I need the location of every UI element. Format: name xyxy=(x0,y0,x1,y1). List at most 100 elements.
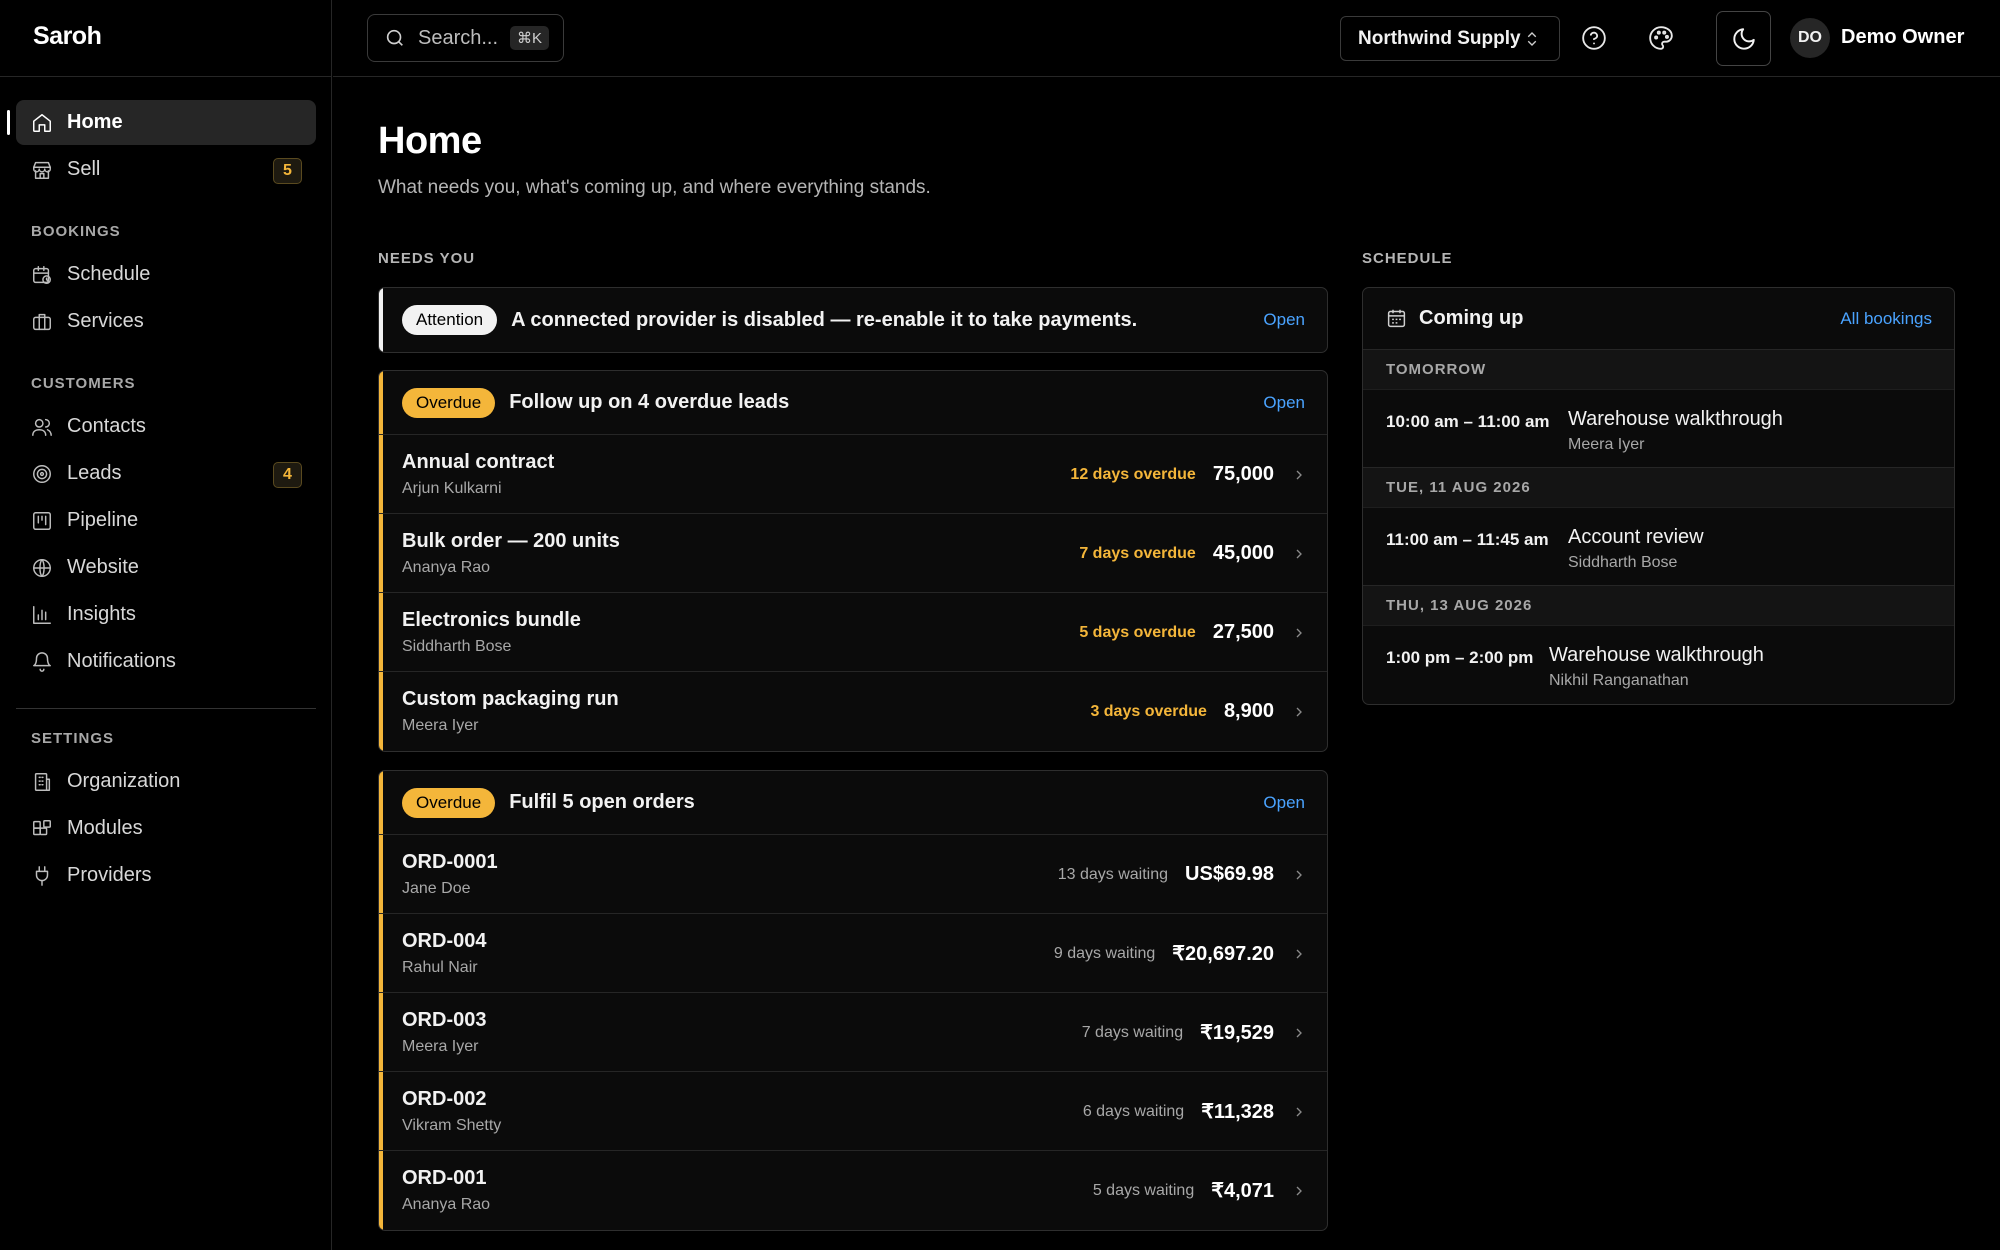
sidebar-item-services[interactable]: Services xyxy=(16,299,316,344)
row-amount: 75,000 xyxy=(1212,463,1274,485)
topbar: Search... ⌘K Northwind Supply DO Demo Ow… xyxy=(333,0,2000,77)
sidebar-item-schedule[interactable]: Schedule xyxy=(16,252,316,297)
chevron-right-icon xyxy=(1296,1028,1302,1037)
sidebar-item-notifications[interactable]: Notifications xyxy=(16,639,316,684)
home-icon xyxy=(31,112,53,134)
brand-logo[interactable]: Saroh xyxy=(33,22,102,51)
attention-pill: Attention xyxy=(402,305,498,335)
blocks-icon xyxy=(31,818,53,840)
open-link[interactable]: Open xyxy=(1263,793,1305,813)
sidebar-item-contacts[interactable]: Contacts xyxy=(16,404,316,449)
sidebar-item-insights[interactable]: Insights xyxy=(16,592,316,637)
day-label: TUE, 11 AUG 2026 xyxy=(1363,468,1954,508)
sidebar-nav: Home Sell 5 BOOKINGS Schedule Services C… xyxy=(7,100,316,900)
sidebar-item-label: Modules xyxy=(67,817,143,839)
row-amount: 27,500 xyxy=(1212,621,1274,643)
customer-name: Vikram Shetty xyxy=(402,1117,502,1134)
waiting-status: 13 days waiting xyxy=(1057,865,1169,883)
sidebar-item-label: Home xyxy=(67,111,123,133)
waiting-status: 6 days waiting xyxy=(1082,1102,1185,1120)
palette-button[interactable] xyxy=(1639,16,1683,60)
chevron-right-icon xyxy=(1296,549,1302,558)
order-row[interactable]: ORD-001 Ananya Rao 5 days waiting ₹4,071 xyxy=(379,1151,1327,1230)
lead-row[interactable]: Bulk order — 200 units Ananya Rao 7 days… xyxy=(379,514,1327,593)
theme-toggle-button[interactable] xyxy=(1716,11,1771,66)
sidebar-item-label: Contacts xyxy=(67,415,146,437)
attention-card-header: Attention A connected provider is disabl… xyxy=(379,288,1327,352)
target-icon xyxy=(31,463,53,485)
order-row[interactable]: ORD-0001 Jane Doe 13 days waiting US$69.… xyxy=(379,835,1327,914)
divider xyxy=(0,76,332,77)
overdue-leads-card: Overdue Follow up on 4 overdue leads Ope… xyxy=(378,370,1328,752)
lead-rows: Annual contract Arjun Kulkarni 12 days o… xyxy=(379,435,1327,751)
sidebar-item-organization[interactable]: Organization xyxy=(16,759,316,804)
overdue-pill: Overdue xyxy=(402,787,496,818)
search-input[interactable]: Search... ⌘K xyxy=(367,14,564,62)
row-meta: 7 days waiting ₹19,529 xyxy=(1082,993,1307,1072)
open-link[interactable]: Open xyxy=(1263,310,1305,330)
count-badge: 5 xyxy=(273,158,302,184)
search-icon xyxy=(386,29,403,46)
lead-row[interactable]: Custom packaging run Meera Iyer 3 days o… xyxy=(379,672,1327,751)
row-amount: ₹11,328 xyxy=(1201,1101,1274,1123)
lead-row[interactable]: Annual contract Arjun Kulkarni 12 days o… xyxy=(379,435,1327,514)
org-name: Northwind Supply xyxy=(1358,27,1521,49)
event-customer: Siddharth Bose xyxy=(1568,554,1678,571)
booking-event[interactable]: 11:00 am – 11:45 am Account review Siddh… xyxy=(1363,508,1954,586)
schedule-title: Coming up xyxy=(1419,307,1524,329)
row-meta: 5 days overdue 27,500 xyxy=(1079,593,1307,672)
order-row[interactable]: ORD-004 Rahul Nair 9 days waiting ₹20,69… xyxy=(379,914,1327,993)
attention-card: Attention A connected provider is disabl… xyxy=(378,287,1328,353)
chevrons-up-down-icon xyxy=(1527,32,1537,46)
row-meta: 12 days overdue 75,000 xyxy=(1070,435,1307,514)
row-subtitle: Ananya Rao xyxy=(402,559,491,576)
chevron-right-icon xyxy=(1296,1186,1302,1195)
row-amount: ₹4,071 xyxy=(1211,1180,1274,1202)
sidebar-item-website[interactable]: Website xyxy=(16,545,316,590)
search-placeholder: Search... xyxy=(418,26,499,49)
sidebar-item-providers[interactable]: Providers xyxy=(16,853,316,898)
sidebar-item-sell[interactable]: Sell 5 xyxy=(16,147,316,192)
customer-name: Jane Doe xyxy=(402,880,471,897)
lead-row[interactable]: Electronics bundle Siddharth Bose 5 days… xyxy=(379,593,1327,672)
org-switcher[interactable]: Northwind Supply xyxy=(1340,16,1560,61)
day-label: THU, 13 AUG 2026 xyxy=(1363,586,1954,626)
card-title: Fulfil 5 open orders xyxy=(509,791,695,813)
event-time: 1:00 pm – 2:00 pm xyxy=(1386,648,1534,667)
event-title: Warehouse walkthrough xyxy=(1549,644,1764,666)
plug-icon xyxy=(31,865,53,887)
row-amount: 45,000 xyxy=(1212,542,1274,564)
event-time: 11:00 am – 11:45 am xyxy=(1386,530,1549,549)
waiting-status: 5 days waiting xyxy=(1092,1181,1195,1199)
booking-event[interactable]: 1:00 pm – 2:00 pm Warehouse walkthrough … xyxy=(1363,626,1954,704)
page-subtitle: What needs you, what's coming up, and wh… xyxy=(378,177,931,198)
sidebar-item-leads[interactable]: Leads 4 xyxy=(16,451,316,496)
sidebar-item-label: Website xyxy=(67,556,139,578)
overdue-pill: Overdue xyxy=(402,387,496,418)
chevron-right-icon xyxy=(1296,870,1302,879)
row-amount: ₹19,529 xyxy=(1200,1022,1274,1044)
open-link[interactable]: Open xyxy=(1263,393,1305,413)
sidebar-item-modules[interactable]: Modules xyxy=(16,806,316,851)
order-id: ORD-001 xyxy=(402,1167,487,1189)
all-bookings-link[interactable]: All bookings xyxy=(1840,309,1932,329)
order-id: ORD-002 xyxy=(402,1088,487,1110)
card-title: Follow up on 4 overdue leads xyxy=(509,391,790,413)
order-rows: ORD-0001 Jane Doe 13 days waiting US$69.… xyxy=(379,835,1327,1230)
calendar-icon xyxy=(1387,309,1406,328)
sidebar-item-home[interactable]: Home xyxy=(7,100,316,145)
sidebar-item-pipeline[interactable]: Pipeline xyxy=(16,498,316,543)
event-title: Warehouse walkthrough xyxy=(1568,408,1783,430)
sidebar-item-label: Leads xyxy=(67,462,122,484)
order-row[interactable]: ORD-002 Vikram Shetty 6 days waiting ₹11… xyxy=(379,1072,1327,1151)
section-label-schedule: SCHEDULE xyxy=(1362,250,1453,267)
open-orders-header: Overdue Fulfil 5 open orders Open xyxy=(379,771,1327,835)
user-name[interactable]: Demo Owner xyxy=(1841,26,1964,49)
avatar[interactable]: DO xyxy=(1790,18,1830,58)
help-button[interactable] xyxy=(1572,16,1616,60)
booking-event[interactable]: 10:00 am – 11:00 am Warehouse walkthroug… xyxy=(1363,390,1954,468)
row-amount: 8,900 xyxy=(1223,700,1274,722)
sidebar-item-label: Services xyxy=(67,310,144,332)
order-row[interactable]: ORD-003 Meera Iyer 7 days waiting ₹19,52… xyxy=(379,993,1327,1072)
overdue-status: 3 days overdue xyxy=(1090,702,1207,720)
